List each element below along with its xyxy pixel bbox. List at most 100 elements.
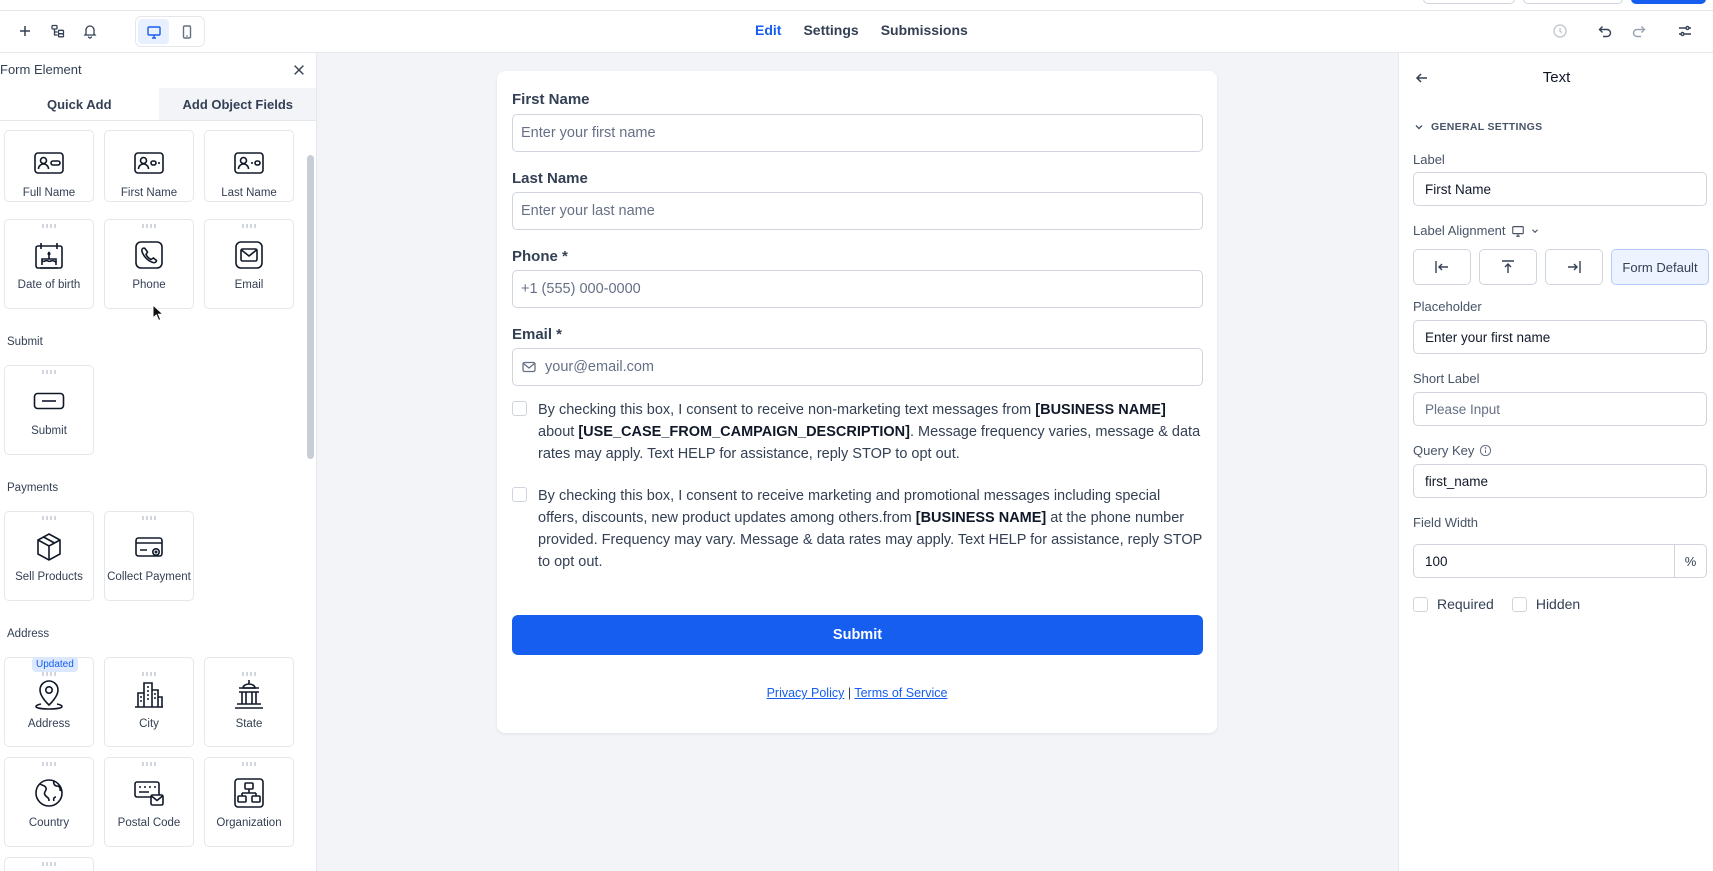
bell-icon[interactable] xyxy=(80,21,100,41)
drag-handle-icon[interactable] xyxy=(241,762,257,766)
required-option[interactable]: Required xyxy=(1413,596,1494,612)
element-tile-email[interactable]: Email xyxy=(204,219,294,309)
align-top-button[interactable] xyxy=(1479,249,1537,285)
consent-text: By checking this box, I consent to recei… xyxy=(538,488,1203,570)
placeholder-label: Placeholder xyxy=(1413,299,1482,314)
element-tile-more[interactable] xyxy=(4,857,94,871)
drag-handle-icon[interactable] xyxy=(241,672,257,676)
undo-icon[interactable] xyxy=(1595,21,1615,41)
element-tile-date-of-birth[interactable]: Date of birth xyxy=(4,219,94,309)
submit-button[interactable]: Submit xyxy=(512,615,1203,655)
header-primary-button-stub[interactable] xyxy=(1631,0,1706,4)
phone-field[interactable]: +1 (555) 000-0000 xyxy=(512,270,1203,308)
field-width-input[interactable]: 100 xyxy=(1414,545,1674,577)
element-tile-full-name[interactable]: Full Name xyxy=(4,130,94,202)
drag-handle-icon[interactable] xyxy=(41,862,57,866)
tile-label: Last Name xyxy=(221,187,277,199)
hidden-checkbox[interactable] xyxy=(1511,596,1527,612)
short-label-label: Short Label xyxy=(1413,371,1480,386)
id-card-icon xyxy=(231,145,267,181)
drag-handle-icon[interactable] xyxy=(41,224,57,228)
required-label: Required xyxy=(1437,596,1494,612)
consent-checkbox[interactable] xyxy=(512,401,527,416)
align-right-icon xyxy=(1568,261,1581,273)
header-button-stub[interactable] xyxy=(1523,0,1623,4)
tile-label: Sell Products xyxy=(15,571,83,583)
monitor-icon[interactable] xyxy=(1511,224,1525,238)
drag-handle-icon[interactable] xyxy=(41,370,57,374)
element-tile-submit[interactable]: Submit xyxy=(4,365,94,455)
first-name-field[interactable]: Enter your first name xyxy=(512,114,1203,152)
email-field[interactable]: your@email.com xyxy=(512,348,1203,386)
align-top-icon xyxy=(1502,260,1514,273)
desktop-view-button[interactable] xyxy=(138,19,169,44)
tab-submissions[interactable]: Submissions xyxy=(881,22,968,38)
element-tile-country[interactable]: Country xyxy=(4,757,94,847)
tile-label: Submit xyxy=(31,425,67,437)
tab-edit[interactable]: Edit xyxy=(755,22,781,38)
chevron-down-icon xyxy=(1415,125,1423,130)
label-alignment-text: Label Alignment xyxy=(1413,223,1506,238)
element-tile-phone[interactable]: Phone xyxy=(104,219,194,309)
element-tile-city[interactable]: City xyxy=(104,657,194,747)
element-tile-state[interactable]: State xyxy=(204,657,294,747)
device-toggle xyxy=(135,16,205,47)
drag-handle-icon[interactable] xyxy=(141,672,157,676)
terms-of-service-link[interactable]: Terms of Service xyxy=(854,686,947,700)
required-checkbox[interactable] xyxy=(1413,596,1428,612)
chevron-down-icon[interactable] xyxy=(1530,226,1540,236)
element-tile-last-name[interactable]: Last Name xyxy=(204,130,294,202)
consent-checkbox[interactable] xyxy=(512,487,527,502)
hidden-option[interactable]: Hidden xyxy=(1511,596,1580,612)
element-tile-postal-code[interactable]: Postal Code xyxy=(104,757,194,847)
short-label-input[interactable]: Please Input xyxy=(1413,392,1707,426)
privacy-policy-link[interactable]: Privacy Policy xyxy=(767,686,845,700)
last-name-field[interactable]: Enter your last name xyxy=(512,192,1203,230)
element-tile-sell-products[interactable]: Sell Products xyxy=(4,511,94,601)
query-key-input[interactable]: first_name xyxy=(1413,464,1707,498)
sliders-icon[interactable] xyxy=(1675,21,1695,41)
element-tile-organization[interactable]: Organization xyxy=(204,757,294,847)
label-input[interactable]: First Name xyxy=(1413,172,1707,206)
drag-handle-icon[interactable] xyxy=(141,762,157,766)
form-default-button[interactable]: Form Default xyxy=(1611,249,1709,285)
align-right-button[interactable] xyxy=(1545,249,1603,285)
drag-handle-icon[interactable] xyxy=(41,762,57,766)
element-tile-address[interactable]: Updated Address xyxy=(4,657,94,747)
element-tile-first-name[interactable]: First Name xyxy=(104,130,194,202)
tile-label: Phone xyxy=(132,279,166,291)
drag-handle-icon[interactable] xyxy=(141,516,157,520)
mobile-view-button[interactable] xyxy=(171,19,202,44)
form-element-panel: Form Element Quick Add Add Object Fields… xyxy=(0,53,317,871)
drag-handle-icon[interactable] xyxy=(41,672,57,676)
panel-header: Form Element xyxy=(0,53,316,86)
drag-handle-icon[interactable] xyxy=(241,224,257,228)
link-separator: | xyxy=(847,686,852,700)
layers-icon[interactable] xyxy=(48,21,68,41)
drag-handle-icon[interactable] xyxy=(41,516,57,520)
element-tile-collect-payment[interactable]: Collect Payment xyxy=(104,511,194,601)
redo-icon[interactable] xyxy=(1629,21,1649,41)
info-icon[interactable] xyxy=(1479,444,1492,457)
phone-icon xyxy=(131,237,167,273)
id-card-icon xyxy=(31,145,67,181)
header-button-stub[interactable] xyxy=(1423,0,1515,4)
plus-icon[interactable] xyxy=(15,21,35,41)
organization-icon xyxy=(231,775,267,811)
first-name-label: First Name xyxy=(512,91,590,108)
tab-add-object-fields[interactable]: Add Object Fields xyxy=(158,88,316,120)
history-icon[interactable] xyxy=(1550,21,1570,41)
tab-settings[interactable]: Settings xyxy=(803,22,858,38)
phone-label: Phone * xyxy=(512,248,568,265)
align-left-button[interactable] xyxy=(1413,249,1471,285)
scrollbar[interactable] xyxy=(307,155,314,459)
form-preview: First Name Enter your first name Last Na… xyxy=(497,71,1217,733)
placeholder-input[interactable]: Enter your first name xyxy=(1413,320,1707,354)
tab-quick-add[interactable]: Quick Add xyxy=(0,88,159,120)
mouse-cursor-icon xyxy=(152,304,164,322)
general-settings-toggle[interactable]: GENERAL SETTINGS xyxy=(1413,121,1542,133)
close-icon[interactable] xyxy=(291,62,307,78)
label-alignment-label: Label Alignment xyxy=(1413,223,1540,238)
state-building-icon xyxy=(231,676,267,712)
drag-handle-icon[interactable] xyxy=(141,224,157,228)
